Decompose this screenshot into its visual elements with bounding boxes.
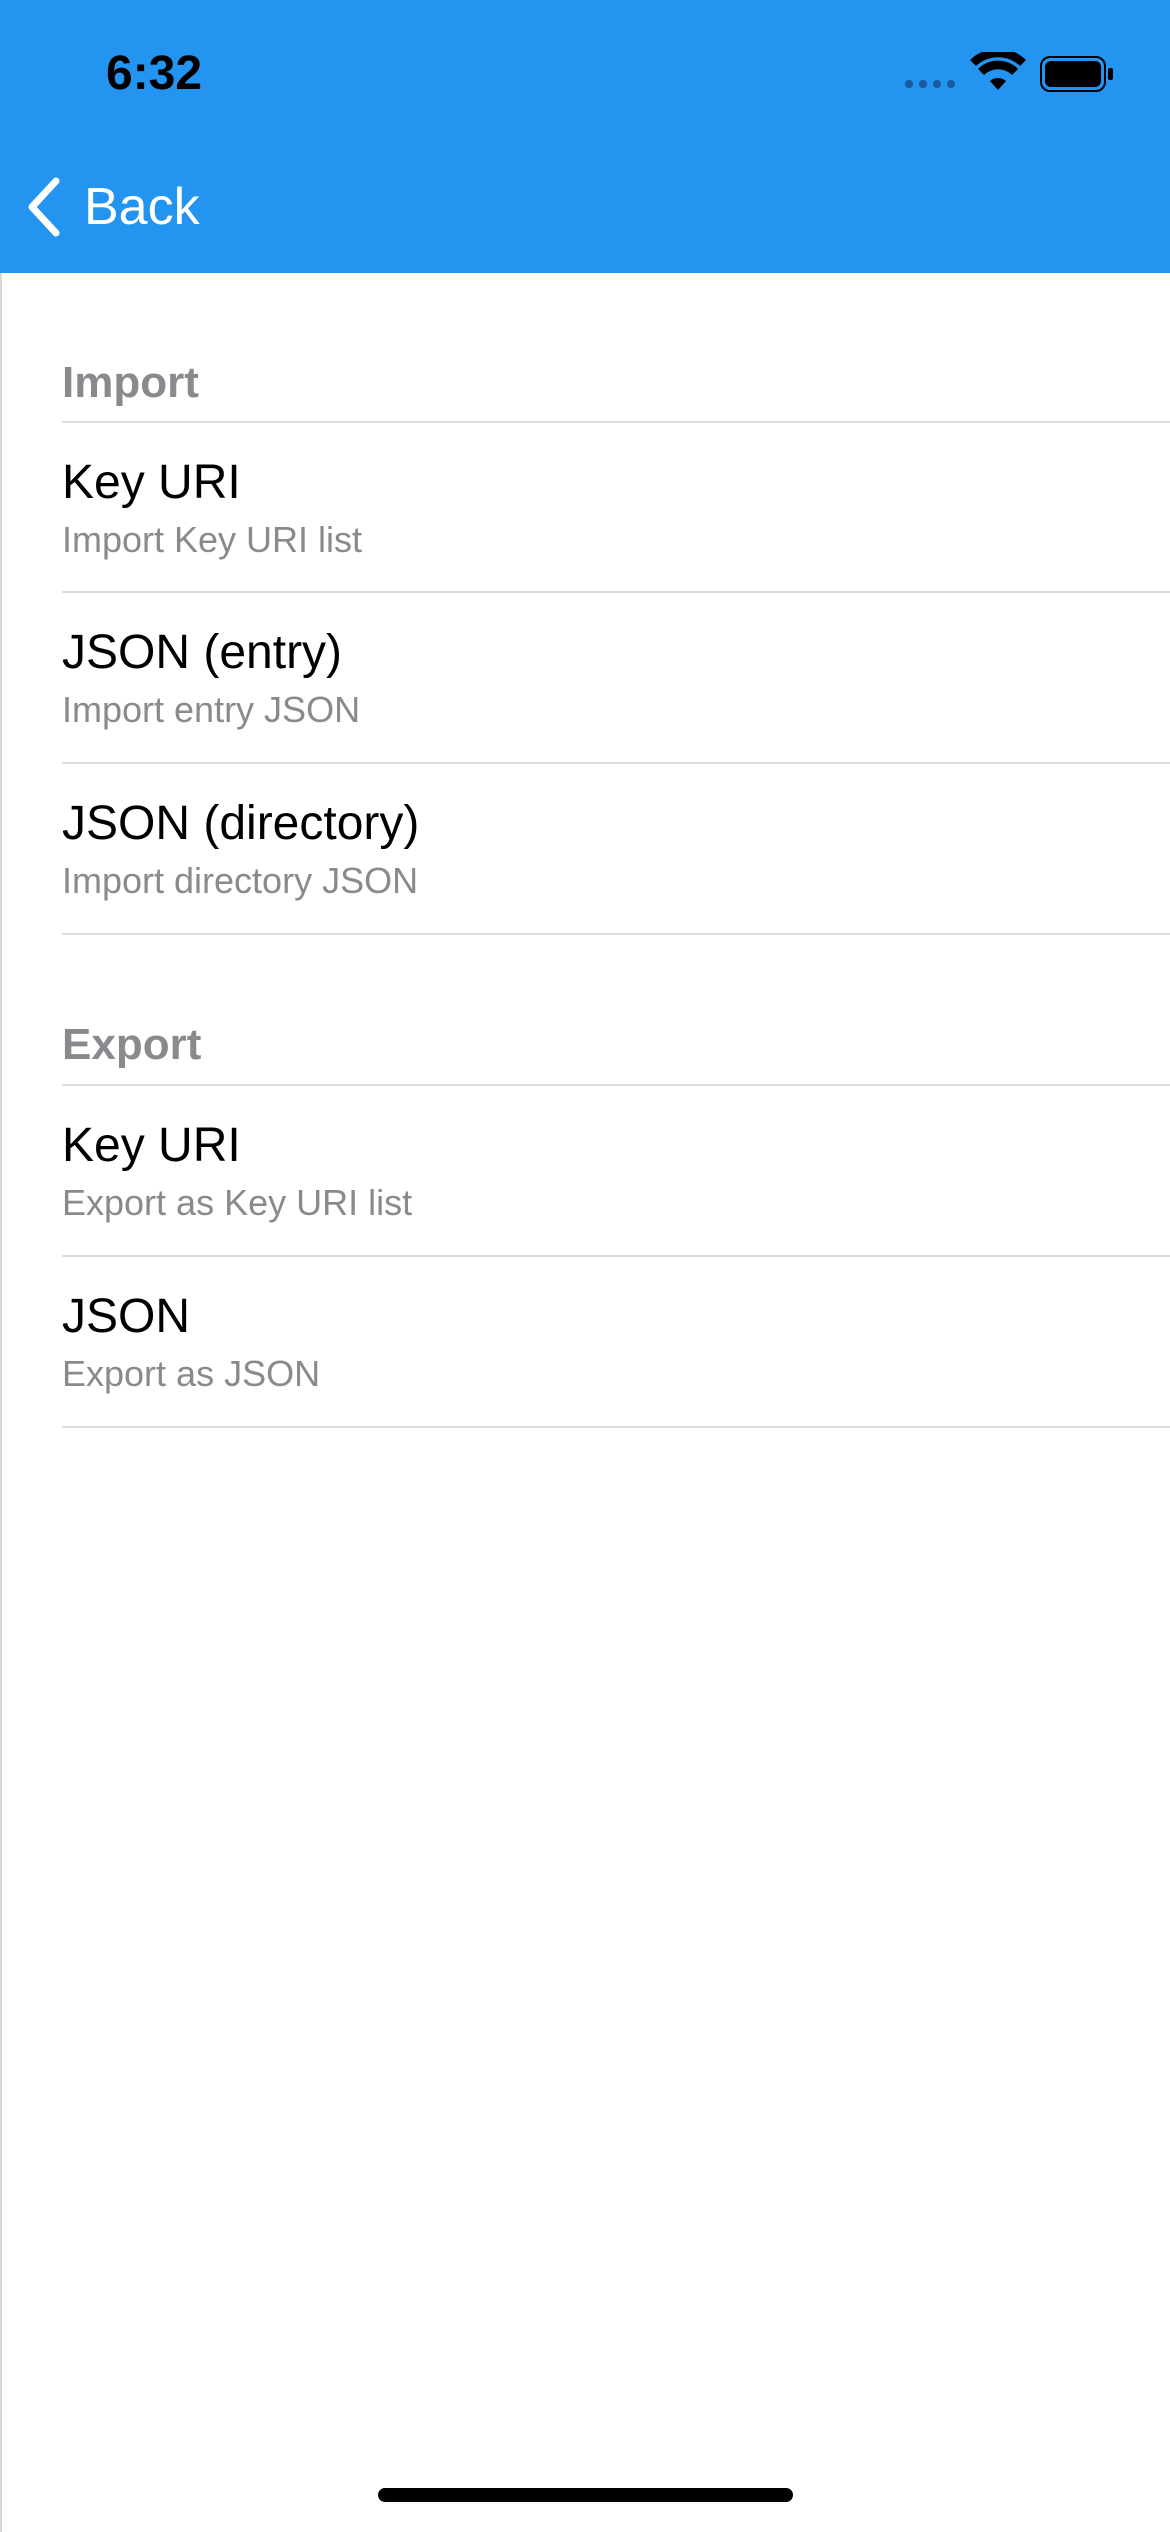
item-subtitle: Export as JSON: [62, 1353, 321, 1394]
wifi-icon: [970, 52, 1026, 90]
battery-icon: [1040, 56, 1113, 92]
item-title: JSON: [62, 1290, 191, 1343]
section-header-export: Export: [62, 1020, 202, 1069]
item-subtitle: Import Key URI list: [62, 519, 363, 560]
item-subtitle: Export as Key URI list: [62, 1182, 413, 1223]
signal-icon: [905, 80, 955, 88]
list-item-import-json-entry[interactable]: JSON (entry) Import entry JSON: [62, 593, 1170, 761]
navigation-bar: 6:32 Back: [0, 0, 1170, 273]
list-item-export-key-uri[interactable]: Key URI Export as Key URI list: [62, 1086, 1170, 1254]
item-title: JSON (directory): [62, 797, 420, 850]
item-title: JSON (entry): [62, 626, 343, 679]
divider: [62, 1426, 1170, 1428]
list-item-export-json[interactable]: JSON Export as JSON: [62, 1257, 1170, 1425]
status-time: 6:32: [106, 47, 203, 100]
list-item-import-key-uri[interactable]: Key URI Import Key URI list: [62, 423, 1170, 591]
chevron-left-icon: [28, 177, 60, 237]
home-indicator[interactable]: [378, 2488, 793, 2502]
section-header-import: Import: [62, 358, 199, 407]
divider: [62, 933, 1170, 935]
item-subtitle: Import entry JSON: [62, 689, 361, 730]
item-subtitle: Import directory JSON: [62, 860, 419, 901]
back-label: Back: [84, 178, 200, 236]
list-item-import-json-directory[interactable]: JSON (directory) Import directory JSON: [62, 764, 1170, 932]
back-button[interactable]: Back: [24, 170, 200, 244]
item-title: Key URI: [62, 456, 241, 509]
item-title: Key URI: [62, 1119, 241, 1172]
content-area: Import Key URI Import Key URI list JSON …: [0, 273, 1170, 2532]
